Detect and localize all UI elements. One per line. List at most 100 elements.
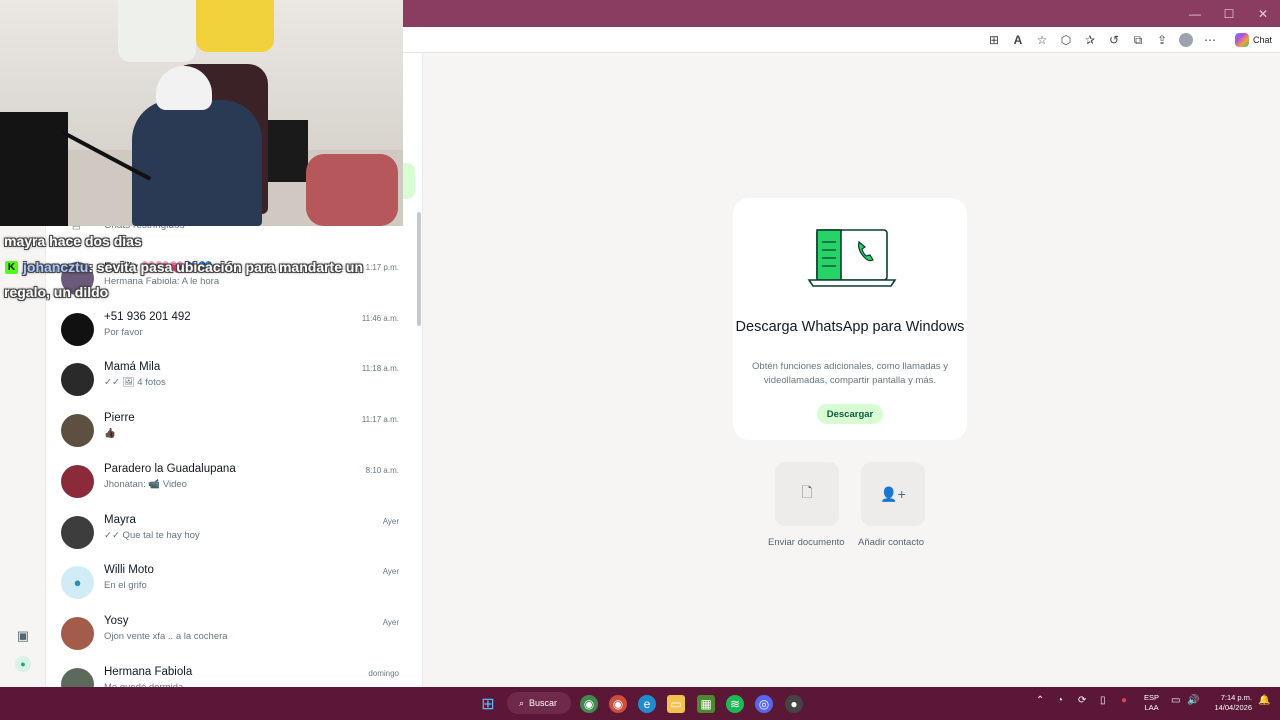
avatar: ●: [61, 566, 94, 600]
tray-sync-icon[interactable]: ⟳: [1078, 695, 1086, 706]
clock-time: 7:14 p.m.: [1220, 693, 1252, 702]
stream-chat-message: johancztu: sevita pasa ubicación para ma…: [23, 259, 363, 275]
avatar: [61, 616, 94, 650]
chat-preview: 👍🏿: [104, 428, 116, 440]
chat-time: 11:17 a.m.: [361, 415, 399, 425]
chat-label: Chat: [1252, 35, 1272, 45]
system-clock[interactable]: 7:14 p.m. 14/04/2026: [1207, 693, 1252, 713]
chat-list-scrollbar[interactable]: [417, 212, 421, 326]
history-icon[interactable]: ↺: [1102, 28, 1126, 52]
chat-time: Ayer: [382, 617, 399, 627]
minecraft-icon[interactable]: ▦: [697, 695, 715, 713]
chat-list-item[interactable]: Mamá Mila ✓✓ 🖼 4 fotos 11:18 a.m.: [46, 355, 416, 405]
promo-title: Descarga WhatsApp para Windows: [735, 319, 965, 335]
chat-name: Mamá Mila: [104, 361, 161, 374]
edge-icon[interactable]: e: [638, 695, 656, 713]
chat-time: Ayer: [382, 516, 399, 526]
more-icon[interactable]: ⋯: [1198, 28, 1222, 52]
obs-icon[interactable]: ●: [785, 695, 803, 713]
chat-preview: Jhonatan: 📹 Video: [104, 478, 187, 490]
webcam-pillow: [306, 154, 398, 226]
start-icon[interactable]: ⊞: [479, 695, 497, 713]
windows-taskbar: ⊞ ⌕ Buscar ◉ ◉ e ▭ ▦ ≋ ◎ ● ⌃ ◔ ⟳ ▯ ● ESP…: [0, 687, 1280, 720]
chat-name: Yosy: [104, 614, 129, 627]
discord-icon[interactable]: ◎: [755, 695, 773, 713]
document-icon: 🗋: [801, 484, 813, 500]
webcam-jersey-yellow: [196, 0, 274, 52]
volume-icon[interactable]: 🔊: [1187, 695, 1199, 706]
chrome-icon[interactable]: ◉: [580, 695, 598, 713]
avatar: [61, 515, 94, 549]
chrome-profile-icon[interactable]: ◉: [609, 695, 627, 713]
avatar: [61, 363, 94, 397]
chat-time: 11:18 a.m.: [361, 364, 399, 374]
chat-name: Willi Moto: [104, 564, 154, 577]
profile-button[interactable]: ●: [12, 653, 34, 675]
add-contact-icon: 👤+: [880, 485, 906, 502]
tray-overflow-icon[interactable]: ⌃: [1036, 695, 1044, 706]
taskbar-search[interactable]: ⌕ Buscar: [507, 692, 571, 714]
share-icon[interactable]: ⇪: [1150, 28, 1174, 52]
language-indicator[interactable]: ESP LAA: [1144, 693, 1159, 713]
avatar: [61, 414, 94, 448]
chat-list-item[interactable]: +51 936 201 492 Por favor 11:46 a.m.: [46, 305, 416, 355]
webcam-jersey-white: [118, 0, 196, 62]
add-contact-label: Añadir contacto: [858, 537, 925, 548]
user-icon: ●: [15, 656, 31, 672]
profile-icon[interactable]: [1179, 33, 1193, 47]
download-promo-card: Descarga WhatsApp para Windows Obtén fun…: [733, 198, 967, 440]
media-icon[interactable]: ▣: [12, 625, 34, 647]
search-label: Buscar: [529, 698, 558, 708]
copilot-icon: [1234, 33, 1249, 47]
chat-preview: ✓✓ 🖼 4 fotos: [104, 377, 166, 389]
send-document-button[interactable]: 🗋: [775, 462, 839, 526]
download-button[interactable]: Descargar: [817, 404, 883, 424]
copilot-chat-button[interactable]: Chat: [1234, 31, 1272, 49]
chat-time: Ayer: [382, 567, 399, 577]
window-controls: — ☐ ✕: [1178, 0, 1280, 27]
avatar: [61, 312, 94, 346]
chat-name: Hermana Fabiola: [104, 665, 193, 678]
laptop-illustration-icon: [807, 229, 897, 287]
favorites-icon[interactable]: ✰: [1078, 28, 1102, 52]
maximize-button[interactable]: ☐: [1212, 0, 1246, 27]
avatar: [61, 464, 94, 498]
apps-icon[interactable]: ⊞: [982, 28, 1006, 52]
chat-name: Paradero la Guadalupana: [104, 462, 236, 475]
keyboard-layout: LAA: [1144, 703, 1159, 712]
chat-list-item[interactable]: Mayra ✓✓ Que tal te hay hoy Ayer: [46, 508, 416, 558]
notification-icon[interactable]: 🔔: [1258, 695, 1270, 706]
read-aloud-icon[interactable]: A: [1006, 28, 1030, 52]
extensions-icon[interactable]: ⬡: [1054, 28, 1078, 52]
chat-list-item[interactable]: Pierre 👍🏿 11:17 a.m.: [46, 406, 416, 456]
chat-preview: Ojon vente xfa .. a la cochera: [104, 630, 228, 642]
address-bar[interactable]: [403, 30, 983, 50]
promo-description: Obtén funciones adicionales, como llamad…: [752, 361, 948, 386]
search-icon: ⌕: [519, 697, 525, 708]
stream-chat-text: : sevita pasa ubicación para mandarte un: [88, 259, 363, 275]
minimize-button[interactable]: —: [1178, 0, 1212, 27]
add-contact-button[interactable]: 👤+: [861, 462, 925, 526]
stream-chat-username: johancztu: [23, 259, 89, 275]
stream-overlay-line1: mayra hace dos dias: [4, 233, 142, 249]
close-button[interactable]: ✕: [1246, 0, 1280, 27]
file-explorer-icon[interactable]: ▭: [667, 695, 685, 713]
screenshot-icon[interactable]: ⧉: [1126, 28, 1150, 52]
tray-mic-icon[interactable]: ●: [1121, 695, 1127, 706]
chat-list-item[interactable]: Paradero la Guadalupana Jhonatan: 📹 Video…: [46, 457, 416, 507]
chat-list-item[interactable]: Yosy Ojon vente xfa .. a la cochera Ayer: [46, 609, 416, 659]
chat-preview: Por favor: [104, 326, 143, 338]
spotify-icon[interactable]: ≋: [726, 695, 744, 713]
chat-list-item[interactable]: ● Willi Moto En el grifo Ayer: [46, 558, 416, 608]
favorite-star-icon[interactable]: ☆: [1030, 28, 1054, 52]
chat-preview: ✓✓ Que tal te hay hoy: [104, 529, 200, 541]
send-document-label: Enviar documento: [768, 537, 845, 548]
read-aloud-glyph: A: [1013, 33, 1023, 47]
tray-app-icon[interactable]: ◔: [1057, 695, 1063, 706]
tray-battery-icon[interactable]: ▯: [1100, 695, 1106, 706]
webcam-monitor: [0, 112, 68, 226]
chat-time: 11:46 a.m.: [361, 313, 399, 323]
chat-time: domingo: [368, 668, 399, 678]
webcam-person: [132, 100, 262, 226]
network-icon[interactable]: ▭: [1171, 695, 1180, 706]
